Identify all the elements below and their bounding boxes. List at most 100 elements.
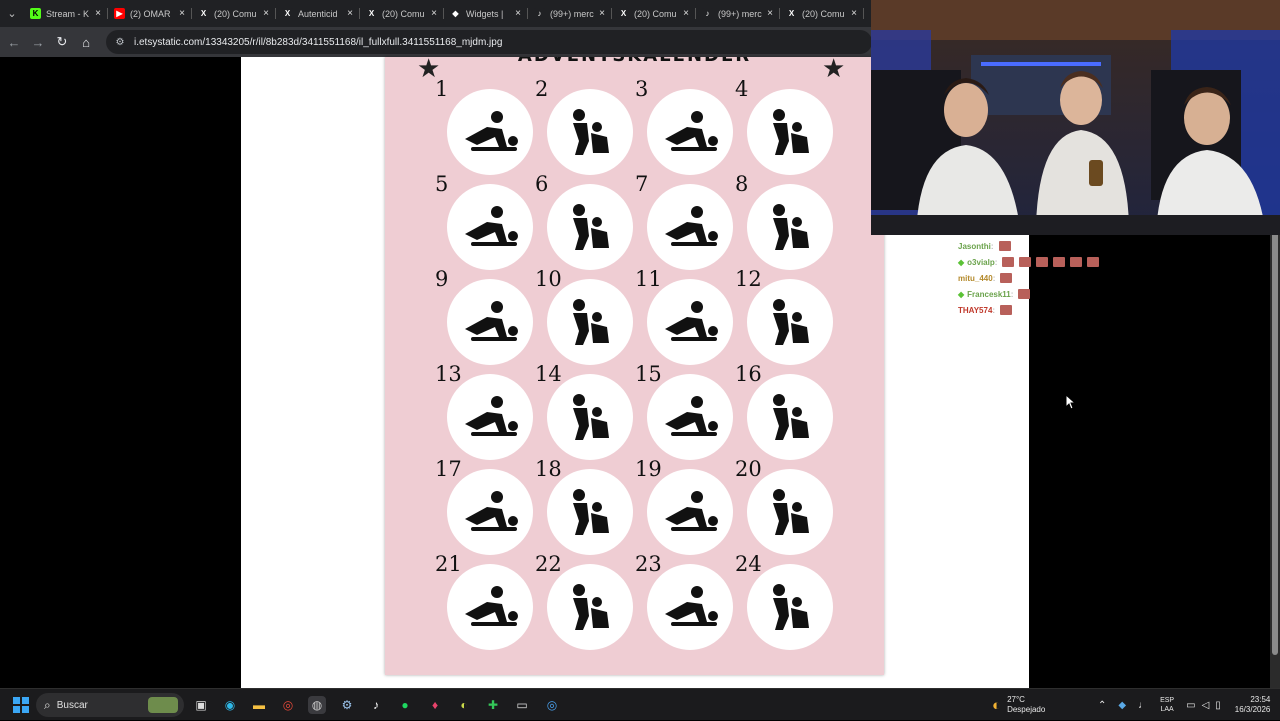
browser-tab[interactable]: X (20) Comu × xyxy=(360,0,444,27)
day-number: 19 xyxy=(635,457,662,481)
chat-emote-icon xyxy=(1000,273,1013,283)
network-icon[interactable]: ▭ xyxy=(1186,700,1195,711)
weather-desc: Despejado xyxy=(1007,705,1046,714)
pictogram-icon xyxy=(647,564,733,650)
tab-favicon-icon: ▶ xyxy=(114,8,125,19)
chat-emote-icon xyxy=(1053,257,1066,267)
pictogram-icon xyxy=(547,279,633,365)
browser-tab[interactable]: ▶ (2) OMAR × xyxy=(108,0,192,27)
calendar-day: 1 xyxy=(435,77,535,175)
tab-close-icon[interactable]: × xyxy=(764,8,776,19)
day-number: 10 xyxy=(535,267,562,291)
calendar-day: 8 xyxy=(735,172,835,270)
browser-tab[interactable]: X Autenticid × xyxy=(276,0,360,27)
tab-title: (20) Comu xyxy=(802,8,845,19)
tab-close-icon[interactable]: × xyxy=(176,8,188,19)
day-number: 16 xyxy=(735,362,762,386)
tray-chevron-icon[interactable]: ⌃ xyxy=(1098,700,1106,711)
browser-tab[interactable]: ♪ (99+) merc × xyxy=(696,0,780,27)
defender-icon[interactable]: ◆ xyxy=(1118,700,1126,711)
tab-close-icon[interactable]: × xyxy=(680,8,692,19)
tab-close-icon[interactable]: × xyxy=(848,8,860,19)
tab-list: K Stream - K × ▶ (2) OMAR × X (20) Comu × X Autent… xyxy=(24,0,864,27)
calendar-day: 21 xyxy=(435,552,535,650)
app-green-icon[interactable]: ✚ xyxy=(484,696,502,714)
pictogram-icon xyxy=(547,184,633,270)
clock-time: 23:54 xyxy=(1250,695,1271,704)
chat-username: Francesk11 xyxy=(967,289,1011,299)
file-explorer-icon[interactable]: ▬ xyxy=(250,696,268,714)
day-number: 18 xyxy=(535,457,562,481)
pictogram-icon xyxy=(747,374,833,460)
day-number: 6 xyxy=(535,172,549,196)
weather-widget[interactable]: ◐ 27°C Despejado xyxy=(992,689,1045,721)
webcam-scene xyxy=(871,0,1280,235)
tiktok-icon[interactable]: ♪ xyxy=(367,696,385,714)
home-icon[interactable]: ⌂ xyxy=(74,27,98,57)
browser-tab[interactable]: X (20) Comu × xyxy=(780,0,864,27)
battery-icon[interactable]: ▯ xyxy=(1215,700,1221,711)
chat-cutoff-line xyxy=(958,230,1258,238)
calendar-day: 24 xyxy=(735,552,835,650)
tab-close-icon[interactable]: × xyxy=(596,8,608,19)
task-view-icon[interactable]: ▣ xyxy=(192,696,210,714)
calendar-day: 19 xyxy=(635,457,735,555)
browser-tab[interactable]: ♪ (99+) merc × xyxy=(528,0,612,27)
language-indicator[interactable]: ESP LAA xyxy=(1160,696,1174,714)
pictogram-icon xyxy=(647,374,733,460)
microphone-icon[interactable]: ♩ xyxy=(1138,700,1148,711)
tab-close-icon[interactable]: × xyxy=(428,8,440,19)
day-number: 23 xyxy=(635,552,662,576)
terminal-icon[interactable]: ▭ xyxy=(513,696,531,714)
volume-icon[interactable]: ◁ xyxy=(1202,700,1210,711)
tab-close-icon[interactable]: × xyxy=(344,8,356,19)
tab-favicon-icon: ◆ xyxy=(450,8,461,19)
obs-icon[interactable]: ◍ xyxy=(308,696,326,714)
tab-close-icon[interactable]: × xyxy=(92,8,104,19)
search-highlight-icon xyxy=(148,697,178,713)
clock[interactable]: 23:54 16/3/2026 xyxy=(1235,695,1271,715)
browser-tab[interactable]: K Stream - K × xyxy=(24,0,108,27)
back-icon[interactable]: ← xyxy=(2,27,26,57)
calendar-day: 13 xyxy=(435,362,535,460)
chrome-alt-icon[interactable]: ◎ xyxy=(543,696,561,714)
day-number: 15 xyxy=(635,362,662,386)
chat-separator: : xyxy=(1010,289,1014,299)
windows-start-icon[interactable] xyxy=(12,696,30,714)
omnibox[interactable]: ⚙ i.etsystatic.com/13343205/r/il/8b283d/… xyxy=(106,30,872,54)
day-number: 12 xyxy=(735,267,762,291)
chrome-icon[interactable]: ◎ xyxy=(279,696,297,714)
calendar-day: 20 xyxy=(735,457,835,555)
url-text: i.etsystatic.com/13343205/r/il/8b283d/34… xyxy=(134,36,503,48)
edge-icon[interactable]: ◉ xyxy=(221,696,239,714)
calendar-day: 11 xyxy=(635,267,735,365)
tab-close-icon[interactable]: × xyxy=(260,8,272,19)
pictogram-icon xyxy=(647,279,733,365)
spotify-icon[interactable]: ● xyxy=(396,696,414,714)
browser-tab[interactable]: X (20) Comu × xyxy=(192,0,276,27)
pictogram-icon xyxy=(447,374,533,460)
day-number: 2 xyxy=(535,77,549,101)
day-number: 5 xyxy=(435,172,449,196)
pictogram-icon xyxy=(447,564,533,650)
weather-temp: 27°C xyxy=(1007,695,1025,704)
day-number: 14 xyxy=(535,362,562,386)
pictogram-icon xyxy=(647,184,733,270)
steam-icon[interactable]: ⚙ xyxy=(338,696,356,714)
chat-emote-icon xyxy=(1018,289,1031,299)
site-info-icon[interactable]: ⚙ xyxy=(112,34,128,50)
browser-tab[interactable]: X (20) Comu × xyxy=(612,0,696,27)
day-number: 22 xyxy=(535,552,562,576)
calendar-day: 10 xyxy=(535,267,635,365)
maps-pin-icon[interactable]: ♦ xyxy=(426,696,444,714)
taskbar-search[interactable]: ⌕ Buscar xyxy=(36,693,184,717)
tab-search-chevron-icon[interactable]: ⌄ xyxy=(0,0,24,27)
calendar-day: 3 xyxy=(635,77,735,175)
browser-tab[interactable]: ◆ Widgets | × xyxy=(444,0,528,27)
tab-title: (20) Comu xyxy=(214,8,257,19)
reload-icon[interactable]: ↻ xyxy=(50,27,74,57)
forward-icon[interactable]: → xyxy=(26,27,50,57)
day-number: 20 xyxy=(735,457,762,481)
app-ring-icon[interactable]: ◐ xyxy=(455,696,473,714)
tab-close-icon[interactable]: × xyxy=(512,8,524,19)
